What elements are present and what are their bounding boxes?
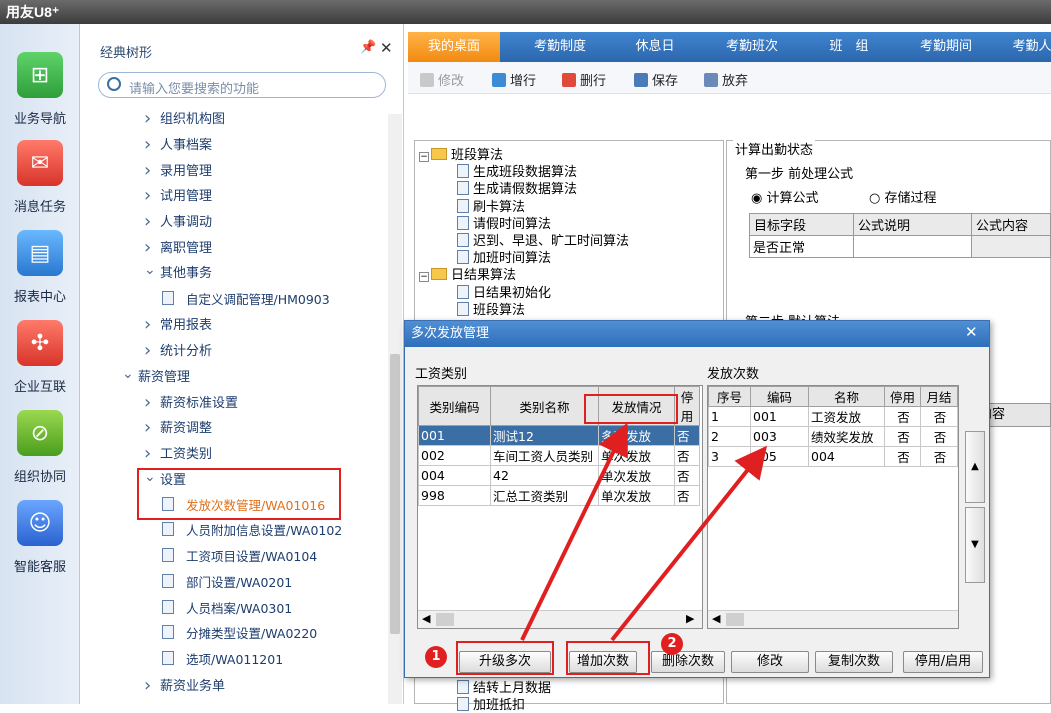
annotation-arrows [520, 422, 767, 642]
arrow-upgrade-to-status [520, 422, 628, 641]
arrow-add-to-count [610, 445, 767, 642]
